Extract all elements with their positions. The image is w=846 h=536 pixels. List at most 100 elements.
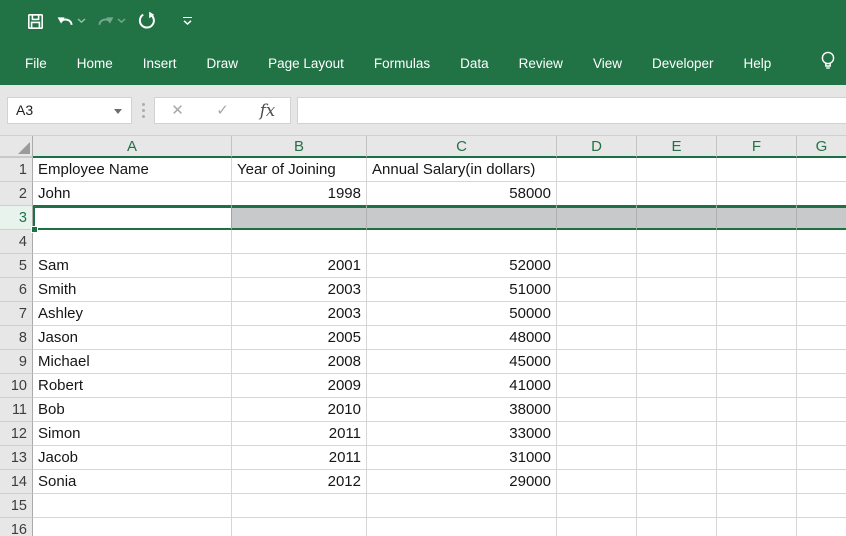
cell-E14[interactable] xyxy=(637,470,717,494)
row-header-6[interactable]: 6 xyxy=(0,278,33,302)
column-header-g[interactable]: G xyxy=(797,136,846,158)
cell-G3[interactable] xyxy=(797,206,846,230)
insert-function-button[interactable]: fx xyxy=(245,98,290,123)
tab-insert[interactable]: Insert xyxy=(128,42,192,85)
cell-E11[interactable] xyxy=(637,398,717,422)
cell-B8[interactable]: 2005 xyxy=(232,326,367,350)
cell-G12[interactable] xyxy=(797,422,846,446)
cell-E1[interactable] xyxy=(637,158,717,182)
name-box-input[interactable] xyxy=(8,98,100,123)
cell-F8[interactable] xyxy=(717,326,797,350)
tab-formulas[interactable]: Formulas xyxy=(359,42,445,85)
cell-F10[interactable] xyxy=(717,374,797,398)
tab-developer[interactable]: Developer xyxy=(637,42,729,85)
cell-E10[interactable] xyxy=(637,374,717,398)
cell-B6[interactable]: 2003 xyxy=(232,278,367,302)
undo-button[interactable] xyxy=(56,8,86,34)
name-box-dropdown-icon[interactable] xyxy=(114,109,122,114)
cell-C6[interactable]: 51000 xyxy=(367,278,557,302)
cell-A15[interactable] xyxy=(33,494,232,518)
cell-D13[interactable] xyxy=(557,446,637,470)
tab-data[interactable]: Data xyxy=(445,42,504,85)
column-header-f[interactable]: F xyxy=(717,136,797,158)
cell-B2[interactable]: 1998 xyxy=(232,182,367,206)
cell-A5[interactable]: Sam xyxy=(33,254,232,278)
row-header-11[interactable]: 11 xyxy=(0,398,33,422)
cell-B1[interactable]: Year of Joining xyxy=(232,158,367,182)
cell-D11[interactable] xyxy=(557,398,637,422)
row-header-7[interactable]: 7 xyxy=(0,302,33,326)
row-header-12[interactable]: 12 xyxy=(0,422,33,446)
cell-C4[interactable] xyxy=(367,230,557,254)
cell-D2[interactable] xyxy=(557,182,637,206)
cell-F3[interactable] xyxy=(717,206,797,230)
cell-C1[interactable]: Annual Salary(in dollars) xyxy=(367,158,557,182)
cell-E6[interactable] xyxy=(637,278,717,302)
redo-button[interactable] xyxy=(96,8,126,34)
row-header-8[interactable]: 8 xyxy=(0,326,33,350)
cell-E15[interactable] xyxy=(637,494,717,518)
cell-B14[interactable]: 2012 xyxy=(232,470,367,494)
cell-C14[interactable]: 29000 xyxy=(367,470,557,494)
row-header-2[interactable]: 2 xyxy=(0,182,33,206)
cell-A16[interactable] xyxy=(33,518,232,536)
tab-page-layout[interactable]: Page Layout xyxy=(253,42,359,85)
cell-A12[interactable]: Simon xyxy=(33,422,232,446)
cell-D16[interactable] xyxy=(557,518,637,536)
cell-E12[interactable] xyxy=(637,422,717,446)
tab-file[interactable]: File xyxy=(10,42,62,85)
name-box[interactable] xyxy=(7,97,132,124)
cell-G4[interactable] xyxy=(797,230,846,254)
cell-F6[interactable] xyxy=(717,278,797,302)
row-header-9[interactable]: 9 xyxy=(0,350,33,374)
select-all-button[interactable] xyxy=(0,136,33,158)
cell-D4[interactable] xyxy=(557,230,637,254)
cell-C11[interactable]: 38000 xyxy=(367,398,557,422)
cell-A13[interactable]: Jacob xyxy=(33,446,232,470)
cell-D6[interactable] xyxy=(557,278,637,302)
cell-F11[interactable] xyxy=(717,398,797,422)
undo-dropdown-icon[interactable] xyxy=(77,18,86,24)
cell-B15[interactable] xyxy=(232,494,367,518)
row-header-15[interactable]: 15 xyxy=(0,494,33,518)
cell-E13[interactable] xyxy=(637,446,717,470)
cell-C13[interactable]: 31000 xyxy=(367,446,557,470)
cell-G8[interactable] xyxy=(797,326,846,350)
row-header-1[interactable]: 1 xyxy=(0,158,33,182)
cell-A4[interactable] xyxy=(33,230,232,254)
cell-F1[interactable] xyxy=(717,158,797,182)
cell-A8[interactable]: Jason xyxy=(33,326,232,350)
cell-F12[interactable] xyxy=(717,422,797,446)
cell-D7[interactable] xyxy=(557,302,637,326)
cell-G15[interactable] xyxy=(797,494,846,518)
cell-C7[interactable]: 50000 xyxy=(367,302,557,326)
cell-E4[interactable] xyxy=(637,230,717,254)
cancel-button[interactable]: ✕ xyxy=(155,98,200,123)
cell-B10[interactable]: 2009 xyxy=(232,374,367,398)
cell-G5[interactable] xyxy=(797,254,846,278)
cell-A10[interactable]: Robert xyxy=(33,374,232,398)
cell-F13[interactable] xyxy=(717,446,797,470)
cell-G7[interactable] xyxy=(797,302,846,326)
row-header-10[interactable]: 10 xyxy=(0,374,33,398)
cell-C12[interactable]: 33000 xyxy=(367,422,557,446)
cell-E7[interactable] xyxy=(637,302,717,326)
column-header-d[interactable]: D xyxy=(557,136,637,158)
cell-D15[interactable] xyxy=(557,494,637,518)
cell-A9[interactable]: Michael xyxy=(33,350,232,374)
cell-G11[interactable] xyxy=(797,398,846,422)
row-header-3[interactable]: 3 xyxy=(0,206,33,230)
column-header-a[interactable]: A xyxy=(33,136,232,158)
cell-E16[interactable] xyxy=(637,518,717,536)
cell-C16[interactable] xyxy=(367,518,557,536)
cell-F9[interactable] xyxy=(717,350,797,374)
cell-B11[interactable]: 2010 xyxy=(232,398,367,422)
repeat-button[interactable] xyxy=(136,8,158,34)
cell-E8[interactable] xyxy=(637,326,717,350)
row-header-16[interactable]: 16 xyxy=(0,518,33,536)
row-header-5[interactable]: 5 xyxy=(0,254,33,278)
cell-D9[interactable] xyxy=(557,350,637,374)
cell-C2[interactable]: 58000 xyxy=(367,182,557,206)
cell-D8[interactable] xyxy=(557,326,637,350)
formula-bar-grip[interactable] xyxy=(132,103,154,118)
